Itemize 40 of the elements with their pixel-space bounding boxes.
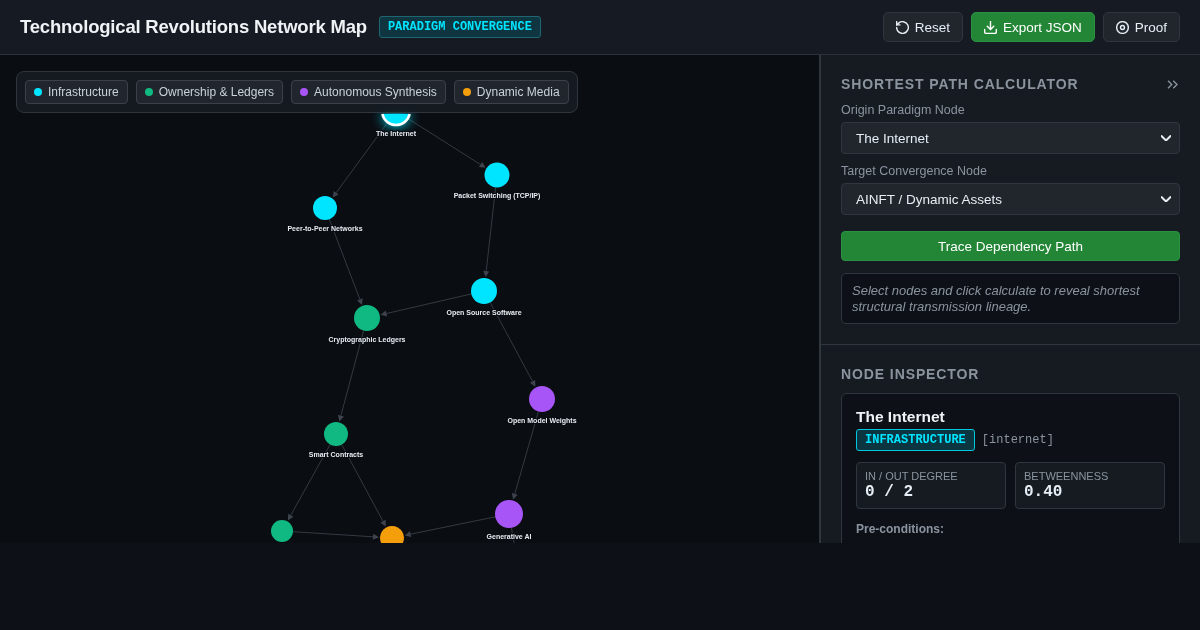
legend-chip[interactable]: Infrastructure xyxy=(25,80,128,104)
stat-value: 0.40 xyxy=(1024,483,1064,501)
trace-path-button[interactable]: Trace Dependency Path xyxy=(841,231,1180,261)
section-title: SHORTEST PATH CALCULATOR xyxy=(841,75,1079,93)
network-node[interactable] xyxy=(484,162,510,188)
network-node[interactable] xyxy=(313,196,337,220)
export-button[interactable]: Export JSON xyxy=(970,12,1095,42)
network-node[interactable] xyxy=(529,386,555,412)
preconditions-label: Pre-conditions: xyxy=(856,522,945,536)
node-id: [internet] xyxy=(981,433,1054,447)
node-name: The Internet xyxy=(856,408,946,426)
network-node[interactable] xyxy=(471,278,497,304)
stat-label: IN / OUT DEGREE xyxy=(865,470,959,483)
node-select[interactable]: AINFT / Dynamic Assets xyxy=(841,183,1180,215)
app-title: Technological Revolutions Network Map xyxy=(20,16,367,38)
category-badge: INFRASTRUCTURE xyxy=(856,429,975,451)
section-title: NODE INSPECTOR xyxy=(841,365,981,383)
target-icon xyxy=(1115,20,1129,34)
legend-chip[interactable]: Dynamic Media xyxy=(453,80,569,104)
reset-button[interactable]: Reset xyxy=(882,12,963,42)
node-select[interactable]: The Internet xyxy=(841,122,1180,154)
result-message: Select nodes and click calculate to reveal shortest structural transmission lineage. xyxy=(841,273,1180,324)
network-node[interactable] xyxy=(380,526,404,543)
chevron-down-icon xyxy=(1161,196,1171,202)
chevron-down-icon xyxy=(1161,135,1171,141)
double-chevron-right-icon[interactable] xyxy=(1167,79,1178,89)
field-label: Origin Paradigm Node xyxy=(841,103,966,117)
network-node[interactable] xyxy=(495,500,523,528)
field-label: Target Convergence Node xyxy=(841,164,988,178)
download-icon xyxy=(983,20,997,34)
proof-button[interactable]: Proof xyxy=(1102,12,1180,42)
stat-value: 0 / 2 xyxy=(865,483,914,501)
stat-label: BETWEENNESS xyxy=(1024,470,1110,483)
rotate-left-icon xyxy=(895,20,909,34)
network-node[interactable] xyxy=(324,422,348,446)
mode-badge: PARADIGM CONVERGENCE xyxy=(378,16,541,38)
network-node[interactable] xyxy=(354,305,380,331)
legend-chip[interactable]: Autonomous Synthesis xyxy=(291,80,446,104)
legend-chip[interactable]: Ownership & Ledgers xyxy=(135,80,284,104)
network-node[interactable] xyxy=(271,520,293,542)
